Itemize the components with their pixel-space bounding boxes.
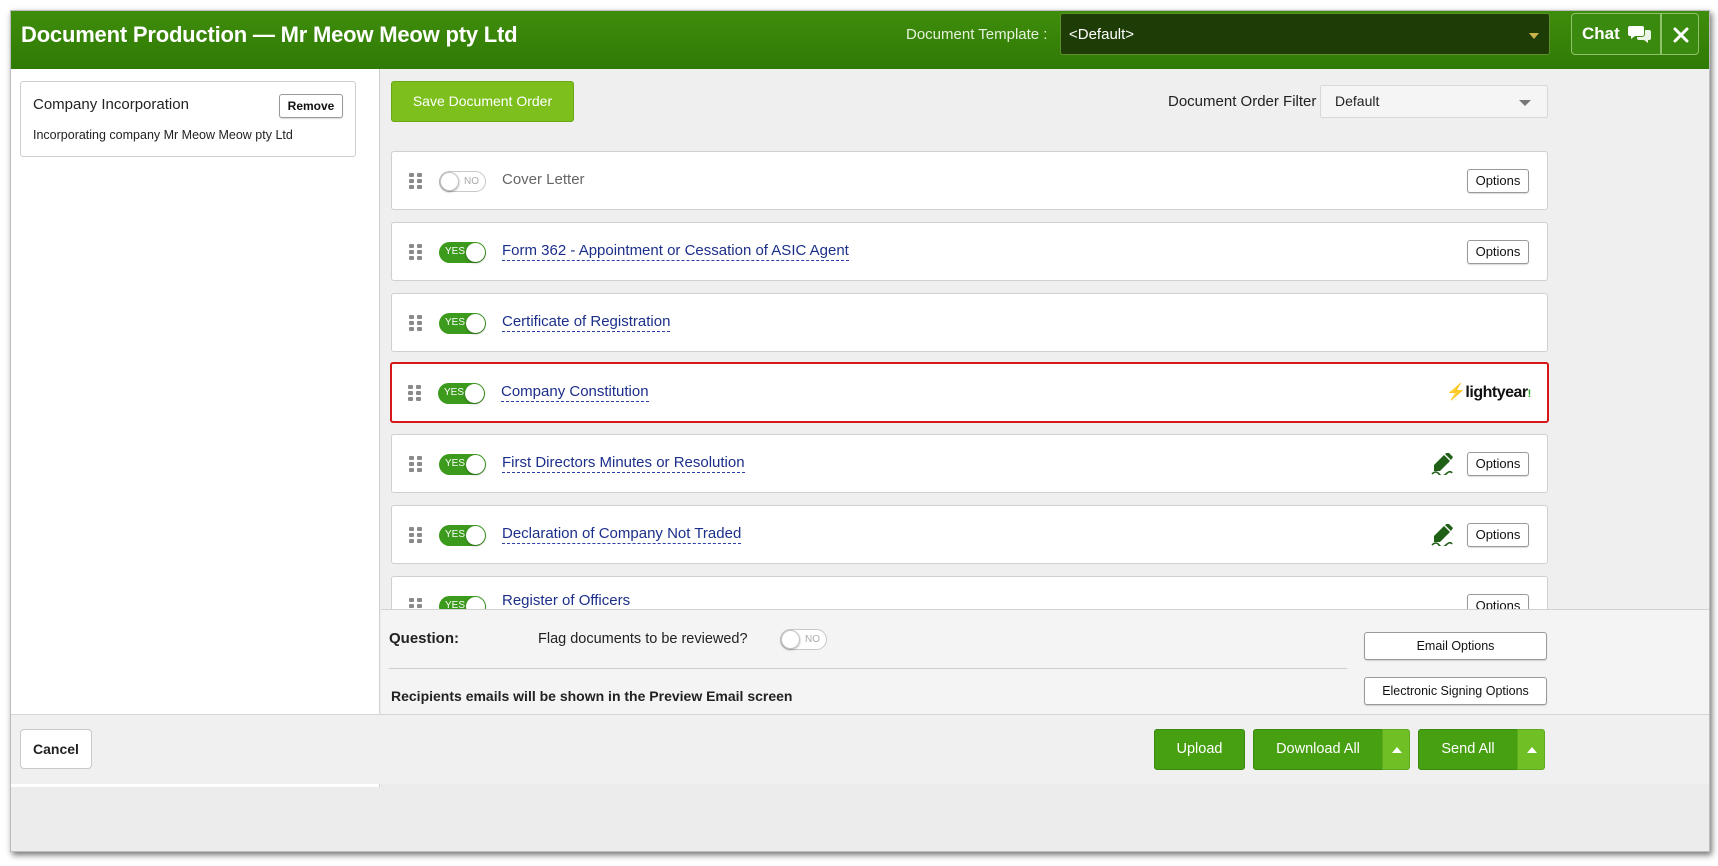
- lightning-bolt-icon: ⚡: [1446, 384, 1466, 401]
- toggle-label: YES: [445, 529, 466, 540]
- drag-handle-icon[interactable]: [409, 456, 423, 473]
- document-name[interactable]: Declaration of Company Not Traded: [502, 525, 742, 544]
- drag-handle-icon[interactable]: [409, 173, 423, 190]
- question-text: Flag documents to be reviewed?: [538, 631, 748, 647]
- header-bar: Document Production — Mr Meow Meow pty L…: [11, 11, 1709, 69]
- brand-name: lightyear: [1465, 384, 1528, 401]
- document-row: YES Register of Officers Options: [391, 576, 1548, 609]
- question-label: Question:: [389, 630, 459, 647]
- toggle-knob: [465, 384, 484, 403]
- drag-handle-icon[interactable]: [409, 315, 423, 332]
- drag-handle-icon[interactable]: [408, 385, 422, 402]
- options-button[interactable]: Options: [1467, 452, 1529, 476]
- options-button[interactable]: Options: [1467, 594, 1529, 609]
- toggle-label: NO: [805, 634, 820, 645]
- document-name[interactable]: Certificate of Registration: [502, 313, 671, 332]
- send-all-menu-caret-icon[interactable]: [1517, 729, 1545, 770]
- include-toggle[interactable]: YES: [438, 383, 485, 404]
- drag-handle-icon[interactable]: [409, 244, 423, 261]
- document-template-label: Document Template :: [906, 26, 1048, 43]
- e-signature-icon[interactable]: [1430, 524, 1454, 546]
- include-toggle[interactable]: YES: [439, 242, 486, 263]
- toggle-knob: [466, 526, 485, 545]
- left-panel: Company Incorporation Incorporating comp…: [11, 69, 380, 787]
- document-order-filter-label: Document Order Filter: [1168, 93, 1317, 110]
- remove-button[interactable]: Remove: [279, 94, 343, 118]
- footer-bar: Cancel Upload Download All Send All: [11, 714, 1709, 784]
- brand-mark-icon: !: [1527, 388, 1532, 400]
- include-toggle[interactable]: YES: [439, 596, 486, 609]
- toggle-knob: [466, 455, 485, 474]
- drag-handle-icon[interactable]: [409, 598, 423, 609]
- include-toggle[interactable]: YES: [439, 313, 486, 334]
- download-all-menu-caret-icon[interactable]: [1382, 729, 1410, 770]
- document-row: YES First Directors Minutes or Resolutio…: [391, 434, 1548, 493]
- document-row: NO Cover Letter Options: [391, 151, 1548, 210]
- chat-button[interactable]: Chat: [1571, 13, 1661, 55]
- include-toggle[interactable]: YES: [439, 525, 486, 546]
- document-name[interactable]: Register of Officers: [502, 592, 630, 609]
- document-row: YES Form 362 - Appointment or Cessation …: [391, 222, 1548, 281]
- chevron-down-icon: [1519, 100, 1531, 106]
- lightyear-logo: ⚡lightyear!: [1446, 382, 1531, 402]
- document-name[interactable]: Company Constitution: [501, 383, 649, 402]
- toggle-label: NO: [464, 176, 479, 187]
- drag-handle-icon[interactable]: [409, 527, 423, 544]
- toggle-knob: [466, 597, 485, 609]
- toggle-label: YES: [445, 246, 466, 257]
- upload-button[interactable]: Upload: [1154, 729, 1245, 770]
- document-row-highlighted: YES Company Constitution ⚡lightyear!: [390, 362, 1549, 423]
- flag-review-toggle[interactable]: NO: [780, 629, 827, 650]
- include-toggle[interactable]: YES: [439, 454, 486, 475]
- options-button[interactable]: Options: [1467, 240, 1529, 264]
- options-button[interactable]: Options: [1467, 169, 1529, 193]
- chevron-down-icon: [1529, 33, 1539, 39]
- document-row: YES Declaration of Company Not Traded Op…: [391, 505, 1548, 564]
- toggle-knob: [466, 243, 485, 262]
- save-document-order-button[interactable]: Save Document Order: [391, 81, 574, 122]
- document-row: YES Certificate of Registration: [391, 293, 1548, 352]
- options-button[interactable]: Options: [1467, 523, 1529, 547]
- document-name[interactable]: Cover Letter: [502, 171, 585, 189]
- document-template-select[interactable]: <Default>: [1060, 13, 1550, 55]
- document-name[interactable]: Form 362 - Appointment or Cessation of A…: [502, 242, 849, 261]
- document-template-value: <Default>: [1069, 26, 1135, 43]
- include-toggle[interactable]: NO: [439, 171, 486, 192]
- toggle-label: YES: [444, 387, 465, 398]
- e-signature-icon[interactable]: [1430, 453, 1454, 475]
- close-button[interactable]: [1661, 13, 1699, 55]
- company-incorporation-card: Company Incorporation Incorporating comp…: [20, 81, 356, 157]
- filter-value: Default: [1335, 93, 1380, 109]
- footer: Cancel Upload Download All Send All: [11, 714, 1709, 851]
- chat-bubbles-icon: [1628, 26, 1651, 43]
- toggle-knob: [440, 172, 459, 191]
- close-icon: [1673, 27, 1689, 43]
- toggle-label: YES: [445, 458, 466, 469]
- electronic-signing-options-button[interactable]: Electronic Signing Options: [1364, 677, 1547, 705]
- document-name[interactable]: First Directors Minutes or Resolution: [502, 454, 745, 473]
- cancel-button[interactable]: Cancel: [20, 729, 92, 769]
- recipients-note: Recipients emails will be shown in the P…: [391, 688, 793, 704]
- send-all-button[interactable]: Send All: [1418, 729, 1518, 770]
- toggle-knob: [466, 314, 485, 333]
- toggle-label: YES: [445, 317, 466, 328]
- card-title: Company Incorporation: [33, 96, 189, 113]
- toggle-knob: [781, 630, 800, 649]
- divider: [389, 668, 1347, 669]
- email-options-button[interactable]: Email Options: [1364, 632, 1547, 660]
- document-order-filter-select[interactable]: Default: [1320, 85, 1548, 118]
- question-panel: Question: Flag documents to be reviewed?…: [381, 609, 1709, 727]
- chat-label: Chat: [1582, 24, 1620, 43]
- toggle-label: YES: [445, 600, 466, 609]
- download-all-button[interactable]: Download All: [1253, 729, 1383, 770]
- document-production-window: Document Production — Mr Meow Meow pty L…: [10, 10, 1710, 852]
- card-subtitle: Incorporating company Mr Meow Meow pty L…: [33, 128, 293, 142]
- document-list-panel: Save Document Order Document Order Filte…: [381, 69, 1709, 609]
- page-title: Document Production — Mr Meow Meow pty L…: [21, 22, 518, 47]
